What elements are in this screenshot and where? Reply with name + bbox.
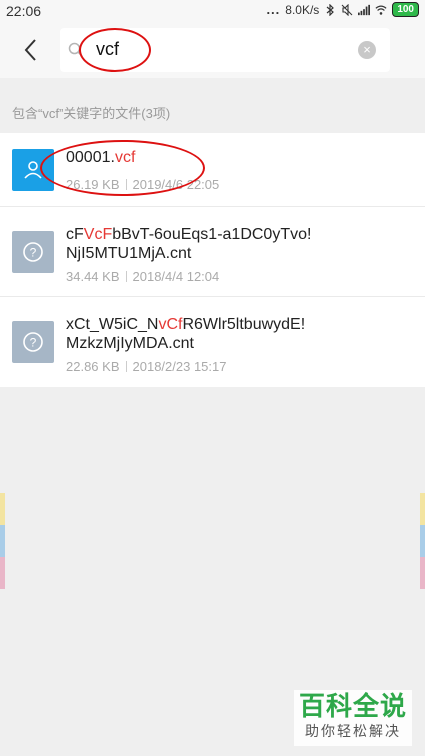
magnifier-icon [68,42,83,57]
svg-text:?: ? [30,336,37,350]
bluetooth-icon [326,3,335,16]
file-row[interactable]: ? xCt_W5iC_NvCfR6Wlr5ltbuwydE! MzkzMjIyMD… [0,297,425,387]
file-row[interactable]: 00001.vcf 26.19 KB 2019/4/6 22:05 [0,133,425,207]
file-date: 2019/4/6 22:05 [132,177,220,192]
file-size: 26.19 KB [66,177,120,192]
search-box[interactable]: × [60,28,390,72]
file-name: 00001.vcf [66,148,406,167]
watermark-title: 百科全说 [298,691,407,721]
status-bar: 22:06 ... 8.0K/s 100 [0,0,425,22]
file-name-match: VcF [83,226,113,243]
file-row[interactable]: ? cFVcFbBvT-6ouEqs1-a1DC0yTvo! NjI5MTU1Mj… [0,207,425,297]
unknown-file-icon: ? [12,321,54,363]
battery-icon: 100 [392,2,419,17]
edge-strip-blue [0,525,5,557]
results-count-label: 包含“vcf”关键字的文件(3项) [12,106,171,121]
clear-icon[interactable]: × [358,41,376,59]
mute-icon [341,3,353,16]
file-name: xCt_W5iC_NvCfR6Wlr5ltbuwydE! MzkzMjIyMDA.… [66,315,406,353]
edge-strip-pink [420,557,425,589]
file-name-line2: MzkzMjIyMDA.cnt [66,335,194,352]
wifi-icon [375,5,387,15]
file-name-part: 00001. [66,149,115,166]
file-meta: 34.44 KB 2018/4/4 12:04 [66,269,219,284]
file-name-part: bBvT-6ouEqs1-a1DC0yTvo! [112,226,312,243]
watermark-subtitle: 助你轻松解决 [305,723,401,739]
file-date: 2018/2/23 15:17 [132,359,227,374]
edge-strip-pink [0,557,5,589]
meta-separator [125,361,127,372]
file-meta: 26.19 KB 2019/4/6 22:05 [66,177,219,192]
overflow-dots: ... [266,2,281,17]
file-date: 2018/4/4 12:04 [132,269,220,284]
unknown-file-icon: ? [12,231,54,273]
file-name-match: vcf [114,149,136,166]
search-header: × [0,22,425,78]
search-input[interactable] [96,39,296,60]
signal-icon [358,4,371,15]
meta-separator [125,179,127,190]
file-size: 34.44 KB [66,269,120,284]
file-name-line2: NjI5MTU1MjA.cnt [66,245,192,262]
file-name-part: xCt_W5iC_N [66,316,159,333]
status-time: 22:06 [6,3,42,19]
meta-separator [125,271,127,282]
edge-strip-blue [420,525,425,557]
file-size: 22.86 KB [66,359,120,374]
network-speed: 8.0K/s [285,2,320,17]
file-name: cFVcFbBvT-6ouEqs1-a1DC0yTvo! NjI5MTU1MjA.… [66,225,406,263]
watermark-logo: 百科全说 助你轻松解决 [294,690,412,746]
file-name-part: R6Wlr5ltbuwydE! [182,316,306,333]
file-name-match: vCf [158,316,183,333]
edge-strip-yellow [0,493,5,525]
results-list: 00001.vcf 26.19 KB 2019/4/6 22:05 ? cFVcF… [0,133,425,387]
status-icons: ... 8.0K/s 100 [266,2,419,17]
back-chevron-icon[interactable] [18,36,46,64]
file-name-part: cF [66,226,84,243]
contact-file-icon [12,149,54,191]
svg-text:?: ? [30,246,37,260]
file-meta: 22.86 KB 2018/2/23 15:17 [66,359,226,374]
edge-strip-yellow [420,493,425,525]
